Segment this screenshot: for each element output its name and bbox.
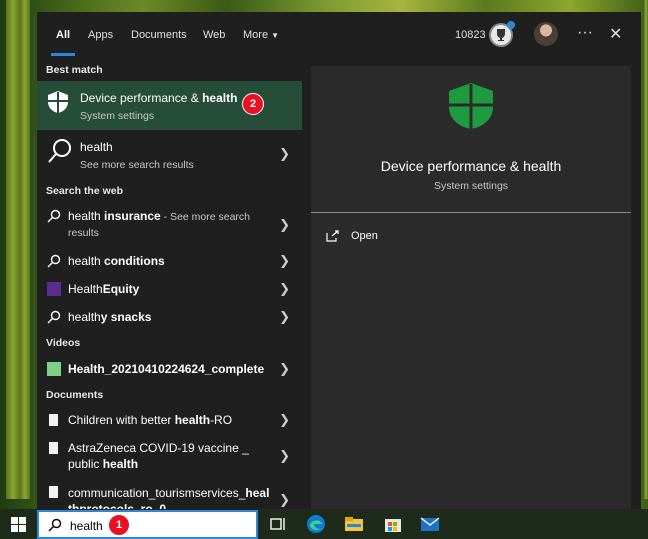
store-icon[interactable] <box>383 514 403 534</box>
results-list: Best match Device performance & health S… <box>37 58 302 509</box>
chevron-right-icon[interactable]: ❯ <box>279 281 290 297</box>
start-search-panel: All Apps Documents Web More ▼ 10823 ··· … <box>37 12 641 509</box>
web-result-label: health insurance - See more search <box>68 209 251 223</box>
video-result-label: Health_20210410224624_complete <box>68 362 265 376</box>
best-match-title: Device performance & health <box>80 91 238 105</box>
section-search-web: Search the web <box>46 185 124 197</box>
search-icon <box>48 139 71 163</box>
section-best-match: Best match <box>46 64 103 76</box>
web-result-item[interactable]: HealthEquity ❯ <box>37 278 302 302</box>
chevron-right-icon[interactable]: ❯ <box>279 412 290 428</box>
document-result-label-line2: thprotocols_ro_0 <box>68 502 167 509</box>
tab-all[interactable]: All <box>56 29 70 41</box>
tab-more[interactable]: More ▼ <box>243 29 279 41</box>
best-match-subtitle: System settings <box>80 110 155 122</box>
document-icon <box>49 414 58 426</box>
task-view-icon[interactable] <box>268 514 288 534</box>
shield-icon <box>449 83 493 129</box>
web-result-label-line2: results <box>68 227 99 239</box>
chevron-right-icon[interactable]: ❯ <box>279 448 290 464</box>
rewards-points: 10823 <box>455 29 486 41</box>
web-result-item[interactable]: health insurance - See more search resul… <box>37 204 302 246</box>
tab-apps[interactable]: Apps <box>88 29 113 41</box>
chevron-right-icon[interactable]: ❯ <box>279 309 290 325</box>
open-label: Open <box>351 230 378 242</box>
edge-icon[interactable] <box>306 514 326 534</box>
document-result-label: Children with better health-RO <box>68 413 233 427</box>
file-explorer-icon[interactable] <box>344 514 364 534</box>
divider <box>311 212 631 213</box>
taskbar-search-box[interactable]: health 1 <box>37 510 258 539</box>
search-query-item[interactable]: health See more search results ❯ <box>37 134 302 178</box>
mail-icon[interactable] <box>420 514 440 534</box>
section-videos: Videos <box>46 337 81 349</box>
web-result-item[interactable]: healthy snacks ❯ <box>37 306 302 330</box>
chevron-right-icon[interactable]: ❯ <box>279 253 290 269</box>
search-tabs: All Apps Documents Web More ▼ 10823 ··· … <box>37 12 641 58</box>
shield-icon <box>48 91 68 113</box>
video-result-item[interactable]: Health_20210410224624_complete ❯ <box>37 358 302 382</box>
best-match-item[interactable]: Device performance & health System setti… <box>37 81 302 130</box>
more-options-icon[interactable]: ··· <box>577 24 593 42</box>
active-tab-underline <box>51 53 75 56</box>
web-result-label: health conditions <box>68 254 165 268</box>
section-documents: Documents <box>46 389 104 401</box>
search-icon <box>47 209 61 223</box>
search-icon <box>48 518 62 532</box>
search-icon <box>47 310 61 324</box>
video-file-icon <box>47 362 61 376</box>
chevron-right-icon[interactable]: ❯ <box>279 492 290 508</box>
document-result-item[interactable]: AstraZeneca COVID-19 vaccine _ public he… <box>37 438 302 476</box>
query-title: health <box>80 140 113 154</box>
tab-web[interactable]: Web <box>203 29 225 41</box>
document-result-item[interactable]: Children with better health-RO ❯ <box>37 409 302 433</box>
document-icon <box>49 486 58 498</box>
chevron-right-icon[interactable]: ❯ <box>279 361 290 377</box>
document-result-label-line2: public health <box>68 457 139 471</box>
document-result-label: AstraZeneca COVID-19 vaccine _ <box>68 441 249 455</box>
wallpaper-bamboo <box>644 0 648 499</box>
web-result-label: HealthEquity <box>68 282 140 296</box>
open-icon <box>326 230 339 242</box>
search-query-text: health <box>70 519 103 533</box>
chevron-down-icon: ▼ <box>271 31 280 40</box>
preview-pane: Device performance & health System setti… <box>311 66 631 509</box>
preview-subtitle: System settings <box>433 180 509 192</box>
wallpaper-bamboo <box>20 0 30 499</box>
healthequity-icon <box>47 282 61 296</box>
step-badge-2: 2 <box>242 93 264 115</box>
document-icon <box>49 442 58 454</box>
tab-documents[interactable]: Documents <box>131 29 187 41</box>
notification-dot <box>507 21 515 29</box>
preview-title: Device performance & health <box>380 158 562 174</box>
search-icon <box>47 254 61 268</box>
document-result-label: communication_tourismservices_heal <box>68 486 270 500</box>
document-result-item[interactable]: communication_tourismservices_heal thpro… <box>37 482 302 509</box>
close-icon[interactable]: ✕ <box>609 24 622 44</box>
wallpaper-bamboo <box>6 0 20 499</box>
avatar[interactable] <box>534 22 558 46</box>
web-result-label: healthy snacks <box>68 310 152 324</box>
windows-start-icon[interactable] <box>11 517 26 532</box>
chevron-right-icon[interactable]: ❯ <box>279 217 290 233</box>
step-badge-1: 1 <box>108 514 130 536</box>
web-result-item[interactable]: health conditions ❯ <box>37 250 302 274</box>
chevron-right-icon[interactable]: ❯ <box>279 146 290 162</box>
query-subtitle: See more search results <box>80 159 194 171</box>
